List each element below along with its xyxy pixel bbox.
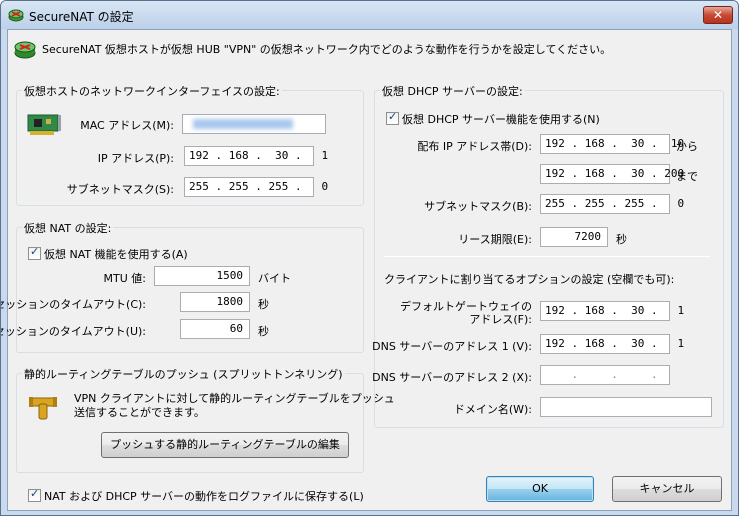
nat-enable-checkbox[interactable]: 仮想 NAT 機能を使用する(A): [28, 245, 188, 262]
mac-address-field[interactable]: [182, 114, 326, 134]
mac-address-label: MAC アドレス(M):: [80, 119, 174, 132]
mtu-field[interactable]: 1500: [154, 266, 250, 286]
lease-label: リース期限(E):: [458, 233, 532, 246]
host-interface-group-title: 仮想ホストのネットワークインターフェイスの設定:: [22, 83, 282, 99]
dhcp-range-to-text: まで: [676, 170, 698, 183]
domain-field[interactable]: [540, 397, 712, 417]
dhcp-range-start-field[interactable]: 192 . 168 . 30 . 10: [540, 134, 684, 154]
header-description: SecureNAT 仮想ホストが仮想 HUB "VPN" の仮想ネットワーク内で…: [42, 43, 612, 56]
routing-group-title: 静的ルーティングテーブルのプッシュ (スプリットトンネリング): [22, 366, 345, 382]
mtu-unit: バイト: [258, 272, 291, 285]
log-enable-label: NAT および DHCP サーバーの動作をログファイルに保存する(L): [44, 490, 364, 503]
dhcp-enable-checkmark: [386, 110, 399, 125]
network-card-icon: [27, 114, 61, 135]
ok-button[interactable]: OK: [486, 476, 594, 502]
nat-group-title: 仮想 NAT の設定:: [22, 220, 114, 236]
log-enable-checkmark: [28, 487, 41, 502]
dhcp-enable-label: 仮想 DHCP サーバー機能を使用する(N): [402, 113, 600, 126]
routing-description-line2: 送信することができます。: [74, 406, 205, 419]
dhcp-group-title: 仮想 DHCP サーバーの設定:: [380, 83, 525, 99]
securenat-router-icon: [14, 41, 36, 59]
close-icon: ✕: [712, 8, 724, 22]
cancel-button[interactable]: キャンセル: [612, 476, 722, 502]
dhcp-separator: [384, 256, 710, 257]
ip-address-label: IP アドレス(P):: [97, 152, 174, 165]
lease-field[interactable]: 7200: [540, 227, 608, 247]
udp-timeout-unit: 秒: [258, 325, 269, 338]
securenat-app-icon: [8, 9, 24, 22]
dhcp-range-from-text: から: [676, 140, 698, 153]
tcp-timeout-unit: 秒: [258, 298, 269, 311]
nat-enable-checkmark: [28, 245, 41, 260]
dhcp-range-label: 配布 IP アドレス帯(D):: [417, 140, 532, 153]
window-title: SecureNAT の設定: [29, 10, 134, 24]
subnet-mask-label: サブネットマスク(S):: [66, 183, 174, 196]
domain-label: ドメイン名(W):: [453, 403, 532, 416]
mac-address-redaction: [193, 119, 293, 129]
lease-unit: 秒: [616, 233, 627, 246]
subnet-mask-field[interactable]: 255 . 255 . 255 . 0: [184, 177, 328, 197]
tcp-timeout-field[interactable]: 1800: [180, 292, 250, 312]
dhcp-options-title: クライアントに割り当てるオプションの設定 (空欄でも可):: [384, 273, 675, 286]
dhcp-subnet-mask-field[interactable]: 255 . 255 . 255 . 0: [540, 194, 684, 214]
close-button[interactable]: ✕: [703, 6, 733, 24]
ip-address-field[interactable]: 192 . 168 . 30 . 1: [184, 146, 328, 166]
dhcp-enable-checkbox[interactable]: 仮想 DHCP サーバー機能を使用する(N): [386, 110, 600, 127]
udp-timeout-field[interactable]: 60: [180, 319, 250, 339]
edit-static-routing-button[interactable]: プッシュする静的ルーティングテーブルの編集: [101, 432, 349, 458]
dns1-field[interactable]: 192 . 168 . 30 . 1: [540, 334, 684, 354]
dhcp-subnet-mask-label: サブネットマスク(B):: [424, 200, 532, 213]
mtu-label: MTU 値:: [103, 272, 146, 285]
udp-timeout-label: UDP セッションのタイムアウト(U):: [0, 325, 146, 338]
title-bar[interactable]: SecureNAT の設定 ✕: [1, 1, 738, 29]
gateway-field[interactable]: 192 . 168 . 30 . 1: [540, 301, 684, 321]
dns2-label: DNS サーバーのアドレス 2 (X):: [372, 371, 532, 384]
dhcp-range-end-field[interactable]: 192 . 168 . 30 . 200: [540, 164, 684, 184]
dialog-client-area: SecureNAT 仮想ホストが仮想 HUB "VPN" の仮想ネットワーク内で…: [1, 29, 732, 511]
gateway-label-line2: アドレス(F):: [469, 313, 532, 326]
pipe-junction-icon: [29, 397, 57, 420]
securenat-settings-window: SecureNAT の設定 ✕ SecureNAT 仮想ホストが仮想 HUB "…: [0, 0, 739, 516]
dns2-field[interactable]: . . .: [540, 365, 670, 385]
routing-group: [16, 373, 364, 473]
dns1-label: DNS サーバーのアドレス 1 (V):: [372, 340, 532, 353]
nat-enable-label: 仮想 NAT 機能を使用する(A): [44, 248, 188, 261]
tcp-timeout-label: TCP セッションのタイムアウト(C):: [0, 298, 146, 311]
log-enable-checkbox[interactable]: NAT および DHCP サーバーの動作をログファイルに保存する(L): [28, 487, 364, 504]
